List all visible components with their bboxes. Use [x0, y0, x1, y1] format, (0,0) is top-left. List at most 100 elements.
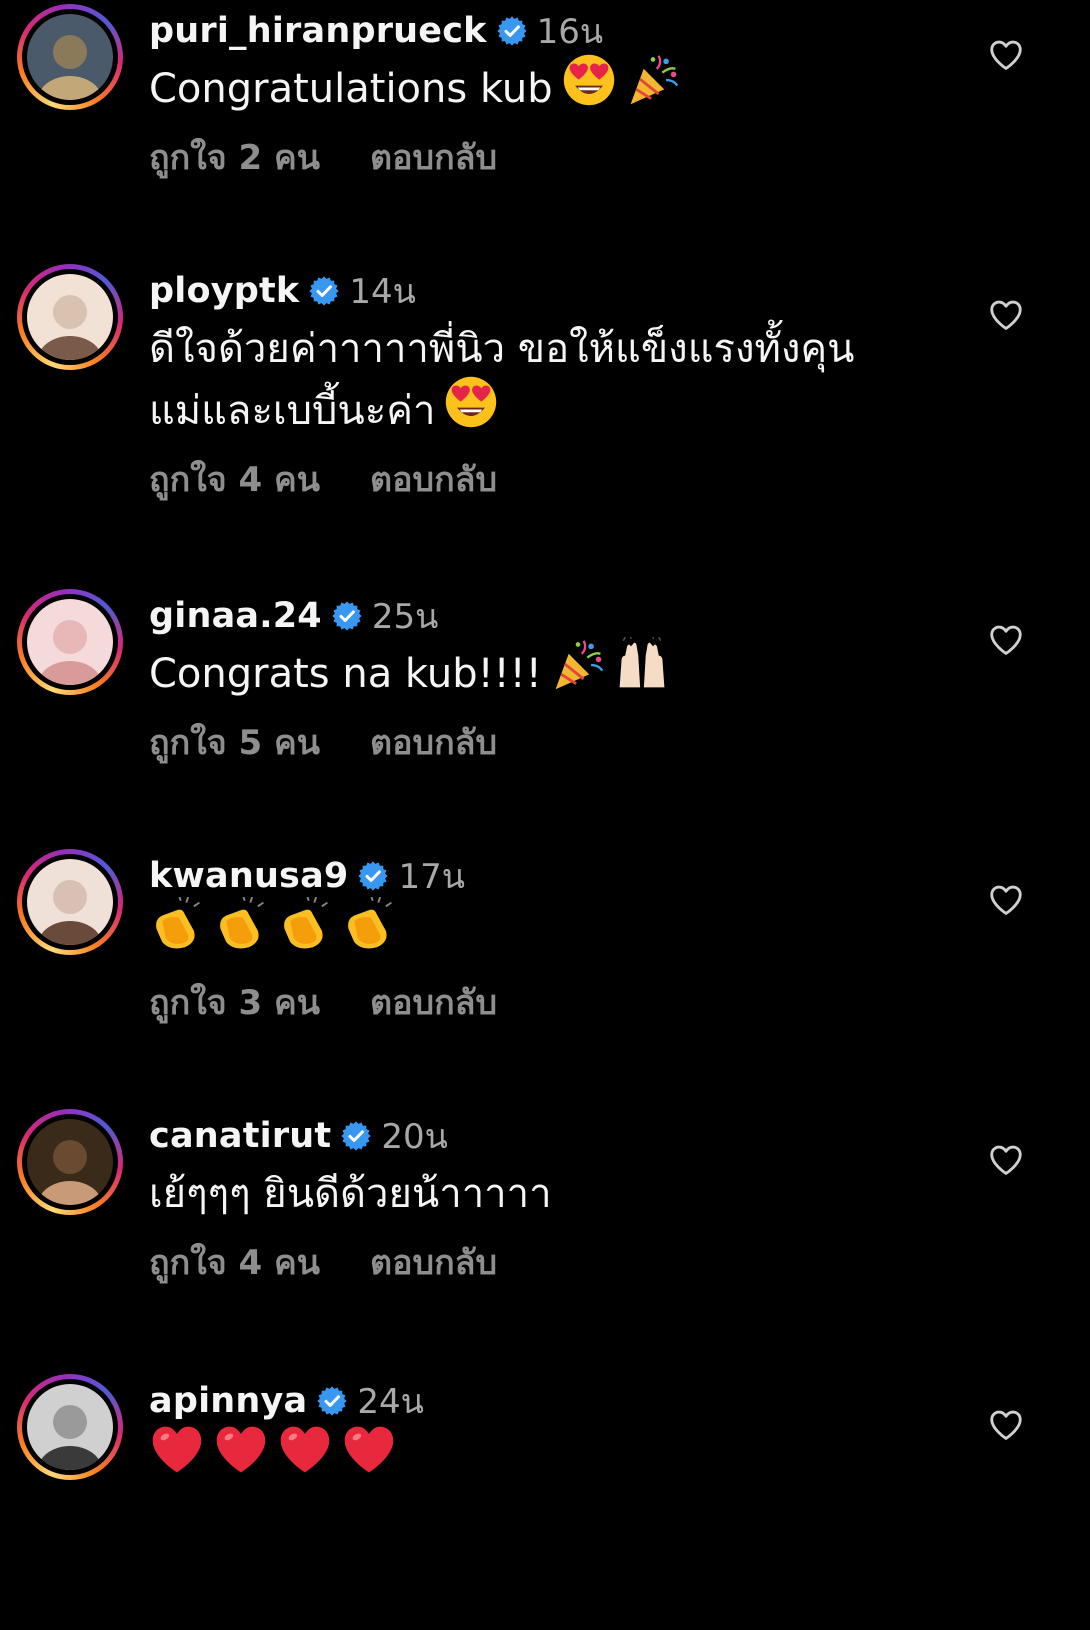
comment-text-content: Congratulations kub	[149, 66, 553, 112]
avatar-ring-gap	[22, 1114, 118, 1210]
comment-item: puri_hiranprueck 16น Congratulations kub ถู…	[0, 0, 1090, 260]
red-heart-emoji	[213, 1422, 269, 1496]
reply-button[interactable]: ตอบกลับ	[370, 975, 497, 1029]
comment-text	[149, 894, 949, 965]
avatar-ring-gap	[22, 1379, 118, 1475]
comment-text: เย้ๆๆๆ ยินดีด้วยน้าาาาา	[149, 1163, 949, 1225]
comment-item: kwanusa9 17น ถูกใจ 3 คน ตอบกลับ	[0, 845, 1090, 1105]
comment-header: canatirut 20น	[149, 1114, 448, 1158]
comment-text: Congrats na kub!!!!	[149, 635, 949, 705]
comment-text-line	[149, 894, 949, 965]
likes-count-link[interactable]: ถูกใจ 3 คน	[149, 975, 320, 1029]
comment-text	[149, 1426, 949, 1490]
like-heart-icon[interactable]	[987, 1141, 1025, 1179]
likes-count-link[interactable]: ถูกใจ 2 คน	[149, 130, 320, 184]
verified-badge-icon	[358, 861, 389, 891]
comment-text-line: แม่และเบบี้นะค่า	[149, 376, 949, 442]
avatar[interactable]	[17, 589, 123, 695]
comment-timestamp: 14น	[349, 272, 416, 312]
comment-timestamp: 16น	[536, 12, 604, 52]
username[interactable]: canatirut	[149, 1116, 331, 1156]
comment-text-line: Congratulations kub	[149, 54, 949, 120]
username[interactable]: ployptk	[149, 271, 299, 311]
avatar-ring-gap	[22, 269, 118, 365]
avatar[interactable]	[17, 849, 123, 955]
verified-badge-icon	[341, 1121, 371, 1151]
comment-header: apinnya 24น	[149, 1379, 424, 1423]
clapping-hands-emoji	[341, 894, 397, 971]
comment-actions: ถูกใจ 3 คน ตอบกลับ	[149, 979, 497, 1025]
comment-text-content: ดีใจด้วยค่าาาาาพี่นิว ขอให้แข็งแรงทั้งคุ…	[149, 326, 855, 372]
verified-badge-icon	[332, 601, 362, 631]
verified-badge-icon	[317, 1386, 347, 1416]
comment-text-line: ดีใจด้วยค่าาาาาพี่นิว ขอให้แข็งแรงทั้งคุ…	[149, 318, 949, 380]
like-heart-icon[interactable]	[987, 881, 1025, 919]
comment-timestamp: 20น	[381, 1117, 448, 1157]
username[interactable]: puri_hiranprueck	[149, 11, 487, 51]
like-heart-icon[interactable]	[987, 621, 1025, 659]
avatar[interactable]	[17, 1109, 123, 1215]
like-heart-icon[interactable]	[987, 1406, 1025, 1444]
comment-header: puri_hiranprueck 16น	[149, 9, 603, 53]
avatar-image	[27, 1384, 113, 1470]
comment-item: ginaa.24 25น Congrats na kub!!!! ถูกใจ 5 คน…	[0, 585, 1090, 845]
comment-item: apinnya 24น	[0, 1370, 1090, 1630]
clapping-hands-emoji	[213, 894, 269, 971]
party-popper-emoji	[550, 637, 606, 711]
comment-text-content: Congrats na kub!!!!	[149, 651, 542, 697]
reply-button[interactable]: ตอบกลับ	[370, 130, 497, 184]
reply-button[interactable]: ตอบกลับ	[370, 452, 497, 506]
clapping-hands-emoji	[149, 894, 205, 971]
avatar-image	[27, 599, 113, 685]
heart-eyes-emoji	[443, 374, 499, 448]
comment-text-line	[149, 1426, 949, 1490]
likes-count-link[interactable]: ถูกใจ 4 คน	[149, 452, 320, 506]
comment-item: canatirut 20นเย้ๆๆๆ ยินดีด้วยน้าาาาาถูกใจ…	[0, 1105, 1090, 1365]
comment-item: ployptk 14นดีใจด้วยค่าาาาาพี่นิว ขอให้แข็…	[0, 260, 1090, 520]
heart-eyes-emoji	[561, 52, 617, 126]
avatar-image	[27, 1119, 113, 1205]
likes-count-link[interactable]: ถูกใจ 5 คน	[149, 715, 320, 769]
username[interactable]: apinnya	[149, 1381, 307, 1421]
avatar-ring-gap	[22, 594, 118, 690]
comment-timestamp: 25น	[371, 597, 439, 637]
avatar-ring-gap	[22, 9, 118, 105]
comment-actions: ถูกใจ 4 คน ตอบกลับ	[149, 1239, 497, 1285]
comment-header: ployptk 14น	[149, 269, 416, 313]
comment-header: ginaa.24 25น	[149, 594, 438, 638]
avatar-image	[27, 14, 113, 100]
comment-actions: ถูกใจ 4 คน ตอบกลับ	[149, 456, 497, 502]
comment-text-line: Congrats na kub!!!!	[149, 635, 949, 705]
red-heart-emoji	[341, 1422, 397, 1496]
comment-timestamp: 17น	[398, 857, 465, 897]
comment-text: Congratulations kub	[149, 54, 949, 120]
comment-timestamp: 24น	[357, 1382, 424, 1422]
comment-text-content: เย้ๆๆๆ ยินดีด้วยน้าาาาา	[149, 1171, 552, 1217]
verified-badge-icon	[309, 276, 339, 306]
red-heart-emoji	[277, 1422, 333, 1496]
party-popper-emoji	[625, 52, 681, 126]
username[interactable]: ginaa.24	[149, 596, 322, 636]
like-heart-icon[interactable]	[987, 296, 1025, 334]
comment-header: kwanusa9 17น	[149, 854, 465, 898]
reply-button[interactable]: ตอบกลับ	[370, 1235, 497, 1289]
comment-actions: ถูกใจ 2 คน ตอบกลับ	[149, 134, 497, 180]
red-heart-emoji	[149, 1422, 205, 1496]
raising-hands-emoji	[614, 635, 670, 711]
clapping-hands-emoji	[277, 894, 333, 971]
avatar[interactable]	[17, 264, 123, 370]
avatar-ring-gap	[22, 854, 118, 950]
comment-actions: ถูกใจ 5 คน ตอบกลับ	[149, 719, 497, 765]
comment-text-content: แม่และเบบี้นะค่า	[149, 388, 436, 434]
username[interactable]: kwanusa9	[149, 856, 348, 896]
comment-text: ดีใจด้วยค่าาาาาพี่นิว ขอให้แข็งแรงทั้งคุ…	[149, 318, 949, 442]
likes-count-link[interactable]: ถูกใจ 4 คน	[149, 1235, 320, 1289]
reply-button[interactable]: ตอบกลับ	[370, 715, 497, 769]
comment-text-line: เย้ๆๆๆ ยินดีด้วยน้าาาาา	[149, 1163, 949, 1225]
avatar-image	[27, 274, 113, 360]
avatar[interactable]	[17, 1374, 123, 1480]
like-heart-icon[interactable]	[987, 36, 1025, 74]
avatar[interactable]	[17, 4, 123, 110]
avatar-image	[27, 859, 113, 945]
verified-badge-icon	[497, 16, 527, 46]
